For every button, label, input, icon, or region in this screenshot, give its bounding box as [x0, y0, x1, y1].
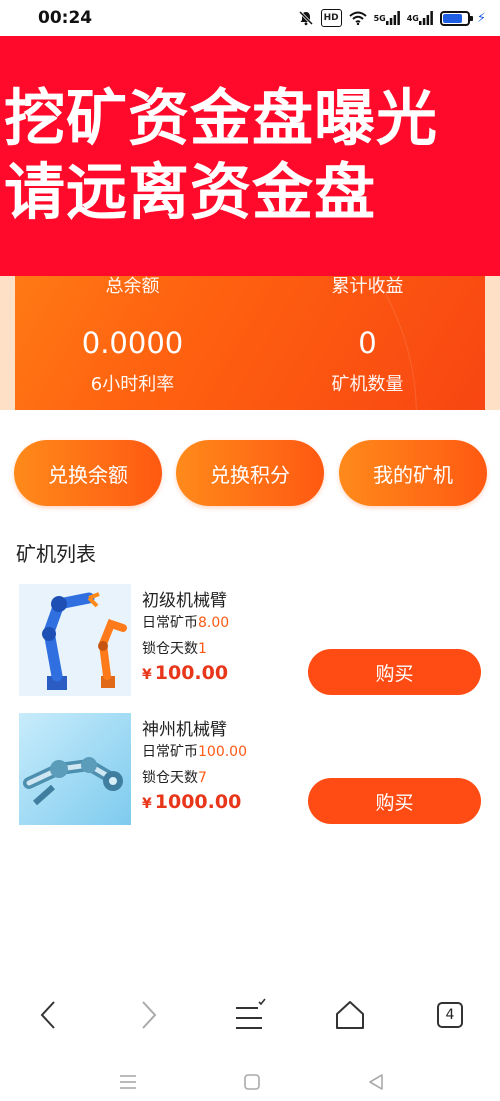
product-item[interactable]: 神州机械臂 日常矿币100.00 锁仓天数7 ¥1000.00 购买 [0, 713, 500, 825]
back-nav-icon[interactable] [356, 1062, 396, 1101]
product-lock: 锁仓天数7 [142, 767, 207, 787]
lock-label: 锁仓天数 [142, 770, 198, 786]
exchange-balance-button[interactable]: 兑换余额 [14, 440, 162, 506]
miner-count-label-wrap: 矿机数量 [250, 370, 485, 396]
buy-button[interactable]: 购买 [308, 649, 481, 695]
product-name: 神州机械臂 [142, 720, 227, 740]
wifi-icon [348, 9, 367, 27]
product-name: 初级机械臂 [142, 591, 227, 611]
rate-label-wrap: 6小时利率 [15, 370, 250, 396]
recent-apps-icon[interactable] [108, 1062, 148, 1101]
menu-icon[interactable] [220, 985, 280, 1045]
warning-line-1: 挖矿资金盘曝光 [4, 83, 439, 154]
forward-icon[interactable] [119, 985, 179, 1045]
product-lock: 锁仓天数1 [142, 638, 207, 658]
product-price: ¥1000.00 [142, 791, 241, 813]
robot-arm-image[interactable] [19, 713, 131, 825]
miner-count-value: 0 [358, 326, 377, 360]
hd-icon: HD [320, 9, 342, 27]
robot-arm-image[interactable] [19, 584, 131, 696]
miner-count-stat: 0 [250, 326, 485, 360]
daily-value: 100.00 [198, 744, 247, 760]
daily-value: 8.00 [198, 615, 230, 631]
price-value: 100.00 [154, 662, 229, 684]
warning-banner: 挖矿资金盘曝光 请远离资金盘 [0, 36, 500, 276]
price-value: 1000.00 [154, 791, 242, 813]
home-nav-icon[interactable] [232, 1062, 272, 1101]
signal-5g-icon: 5G [374, 9, 400, 27]
browser-nav-bar: 4 [0, 985, 500, 1045]
status-icons: HD 5G 4G ⚡ [298, 9, 486, 27]
warning-line-2: 请远离资金盘 [4, 157, 377, 228]
product-item[interactable]: 初级机械臂 日常矿币8.00 锁仓天数1 ¥100.00 购买 [0, 584, 500, 696]
my-miners-button[interactable]: 我的矿机 [339, 440, 487, 506]
signal-4g-icon: 4G [407, 9, 433, 27]
mute-icon [298, 9, 314, 27]
home-icon[interactable] [320, 985, 380, 1045]
rate-value: 0.0000 [81, 326, 184, 360]
section-title: 矿机列表 [16, 542, 96, 566]
currency-symbol: ¥ [142, 796, 152, 812]
system-nav-bar [0, 1062, 500, 1101]
product-daily: 日常矿币100.00 [142, 741, 247, 761]
currency-symbol: ¥ [142, 667, 152, 683]
charging-icon: ⚡ [476, 10, 486, 26]
miner-count-label: 矿机数量 [331, 374, 404, 395]
daily-label: 日常矿币 [142, 615, 198, 631]
lock-value: 7 [198, 770, 207, 786]
back-icon[interactable] [18, 985, 78, 1045]
product-price: ¥100.00 [142, 662, 228, 684]
rate-stat: 0.0000 [15, 326, 250, 360]
tabs-button[interactable]: 4 [420, 985, 480, 1045]
status-bar: 00:24 HD 5G 4G ⚡ [0, 0, 500, 36]
tab-count: 4 [437, 1002, 463, 1028]
lock-label: 锁仓天数 [142, 641, 198, 657]
battery-icon [439, 10, 473, 26]
rate-label: 6小时利率 [90, 374, 175, 395]
lock-value: 1 [198, 641, 207, 657]
daily-label: 日常矿币 [142, 744, 198, 760]
exchange-points-button[interactable]: 兑换积分 [176, 440, 324, 506]
buy-button[interactable]: 购买 [308, 778, 481, 824]
product-daily: 日常矿币8.00 [142, 612, 229, 632]
status-time: 00:24 [38, 8, 93, 28]
action-buttons: 兑换余额 兑换积分 我的矿机 [0, 440, 500, 506]
